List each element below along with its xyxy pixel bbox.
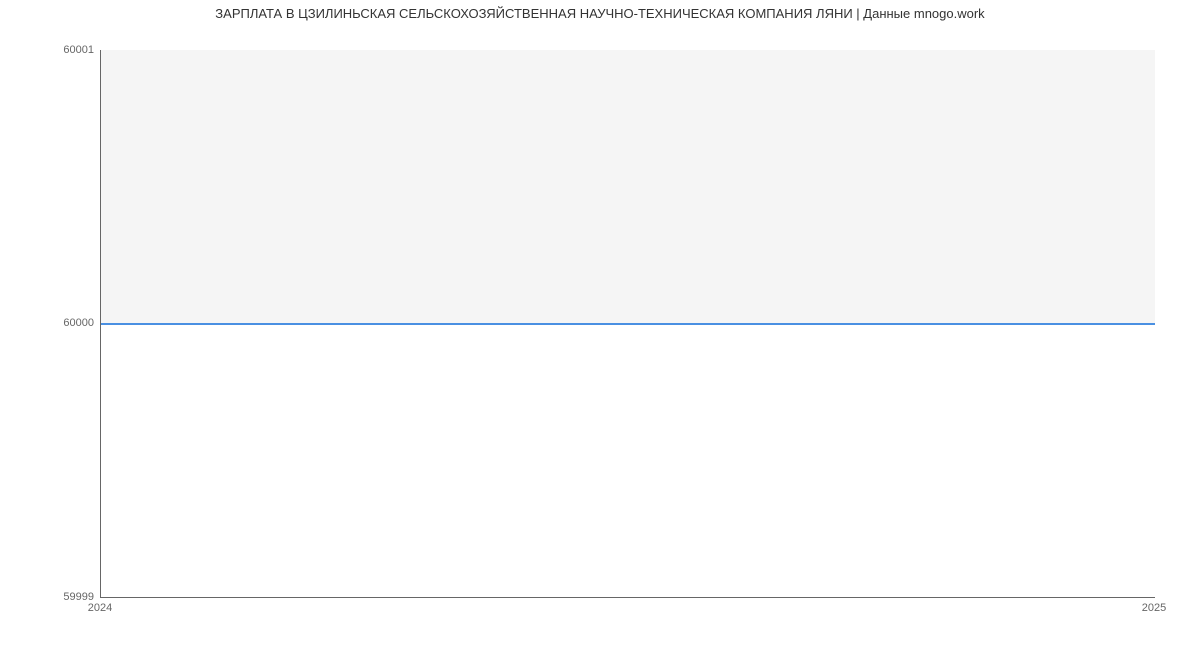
x-tick-label: 2025: [1142, 602, 1166, 614]
plot-area: [100, 50, 1155, 598]
y-tick-label: 60000: [4, 317, 94, 329]
y-tick-label: 60001: [4, 44, 94, 56]
x-tick-label: 2024: [88, 602, 112, 614]
chart-container: ЗАРПЛАТА В ЦЗИЛИНЬСКАЯ СЕЛЬСКОХОЗЯЙСТВЕН…: [0, 0, 1200, 650]
grid-band: [101, 50, 1155, 323]
y-tick-label: 59999: [4, 591, 94, 603]
data-line: [101, 323, 1155, 325]
chart-title: ЗАРПЛАТА В ЦЗИЛИНЬСКАЯ СЕЛЬСКОХОЗЯЙСТВЕН…: [0, 6, 1200, 21]
